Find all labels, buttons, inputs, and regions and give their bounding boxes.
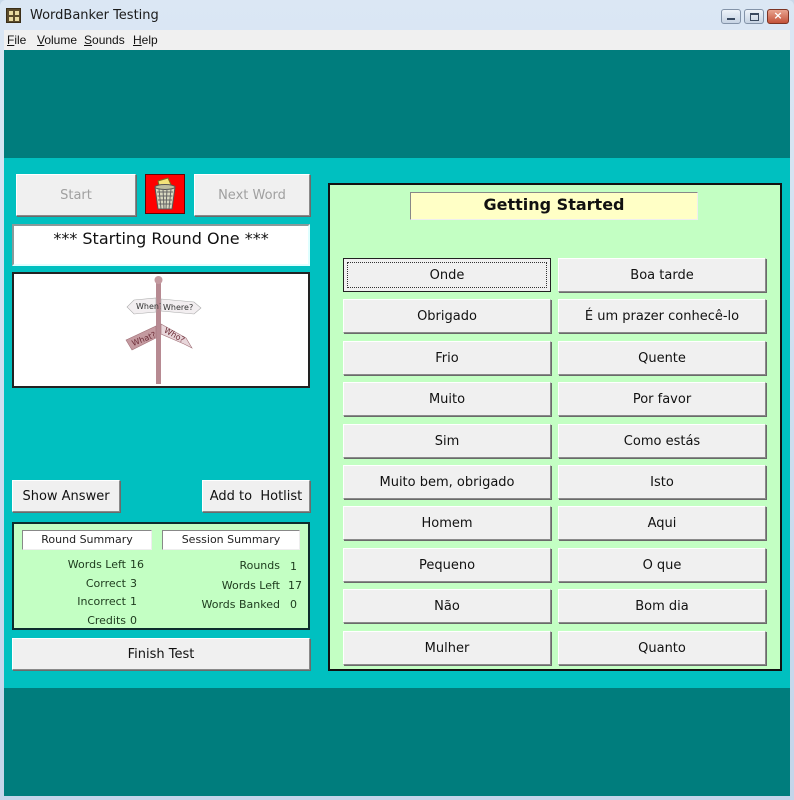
word-button[interactable]: Como estás (558, 424, 766, 458)
word-image: When? Where? What? Who? (12, 272, 310, 388)
session-words-banked-label: Words Banked (201, 598, 281, 611)
close-button[interactable]: × (767, 9, 789, 24)
title-bar[interactable]: WordBanker Testing × (0, 0, 794, 30)
show-answer-button[interactable]: Show Answer (12, 480, 120, 512)
word-button-label: Não (434, 598, 460, 614)
word-button[interactable]: Quanto (558, 631, 766, 665)
word-button-label: Muito (428, 391, 466, 407)
main-area: Start Next Word *** Starting Round One *… (4, 158, 790, 688)
round-correct-value: 3 (130, 577, 137, 590)
word-button[interactable]: Sim (343, 424, 551, 458)
minimize-button[interactable] (721, 9, 741, 24)
round-summary-title: Round Summary (22, 530, 152, 550)
finish-test-button[interactable]: Finish Test (12, 638, 310, 670)
maximize-button[interactable] (744, 9, 764, 24)
word-button-label: Por favor (632, 391, 692, 407)
session-summary-title: Session Summary (162, 530, 300, 550)
client-area: Start Next Word *** Starting Round One *… (4, 50, 790, 796)
session-rounds-value: 1 (290, 560, 297, 573)
word-button-label: Isto (650, 474, 674, 490)
summary-panel: Round Summary Session Summary Words Left… (12, 522, 310, 630)
start-button[interactable]: Start (16, 174, 136, 216)
word-button[interactable]: Pequeno (343, 548, 551, 582)
word-button[interactable]: Não (343, 589, 551, 623)
signpost-image: When? Where? What? Who? (111, 274, 211, 386)
word-button-label: Mulher (424, 640, 470, 656)
word-button-label: É um prazer conhecê-lo (584, 308, 740, 324)
word-button-label: Obrigado (417, 308, 477, 324)
word-button-label: Bom dia (635, 598, 689, 614)
word-button[interactable]: Isto (558, 465, 766, 499)
session-words-banked-value: 0 (290, 598, 297, 611)
word-button[interactable]: Boa tarde (558, 258, 766, 292)
word-button[interactable]: Muito (343, 382, 551, 416)
status-message: *** Starting Round One *** (12, 224, 310, 266)
app-icon (6, 8, 21, 23)
word-button[interactable]: Mulher (343, 631, 551, 665)
word-button[interactable]: Por favor (558, 382, 766, 416)
add-to-hotlist-button[interactable]: Add to Hotlist (202, 480, 310, 512)
round-incorrect-value: 1 (130, 595, 137, 608)
session-words-left-label: Words Left (221, 579, 280, 592)
word-button[interactable]: Bom dia (558, 589, 766, 623)
round-correct-label: Correct (85, 577, 126, 590)
menu-sounds[interactable]: Sounds (84, 33, 125, 47)
word-button[interactable]: Homem (343, 506, 551, 540)
focus-ring (347, 262, 547, 288)
panel-title: Getting Started (410, 192, 698, 220)
menu-volume[interactable]: Volume (37, 33, 77, 47)
word-button[interactable]: Muito bem, obrigado (343, 465, 551, 499)
round-words-left-value: 16 (130, 558, 144, 571)
word-button[interactable]: Onde (343, 258, 551, 292)
round-credits-value: 0 (130, 614, 137, 627)
word-button[interactable]: Frio (343, 341, 551, 375)
word-button-label: Homem (421, 515, 473, 531)
word-button-label: O que (642, 557, 682, 573)
round-incorrect-label: Incorrect (77, 595, 126, 608)
menu-help[interactable]: Help (133, 33, 158, 47)
word-button[interactable]: Obrigado (343, 299, 551, 333)
session-words-left-value: 17 (288, 579, 302, 592)
wastebasket-icon (154, 177, 176, 210)
word-button-label: Sim (434, 433, 460, 449)
word-button[interactable]: Quente (558, 341, 766, 375)
round-credits-label: Credits (87, 614, 126, 627)
session-rounds-label: Rounds (239, 559, 280, 572)
word-button-label: Boa tarde (630, 267, 694, 283)
menu-bar: File Volume Sounds Help (4, 30, 790, 50)
menu-file-rest: ile (14, 33, 27, 47)
word-button-label: Frio (435, 350, 459, 366)
close-icon: × (773, 9, 783, 22)
word-button-label: Aqui (647, 515, 677, 531)
word-button[interactable]: Aqui (558, 506, 766, 540)
word-button[interactable]: O que (558, 548, 766, 582)
word-button[interactable]: É um prazer conhecê-lo (558, 299, 766, 333)
word-panel: Getting Started Onde Boa tarde Obrigado É u… (328, 183, 782, 671)
bank-word-button[interactable] (145, 174, 185, 214)
sign-where: Where? (163, 303, 193, 312)
window-title: WordBanker Testing (30, 8, 159, 23)
next-word-button[interactable]: Next Word (194, 174, 310, 216)
app-window: WordBanker Testing × File Volume Sounds … (0, 0, 794, 800)
word-button-label: Muito bem, obrigado (379, 474, 515, 490)
round-words-left-label: Words Left (67, 558, 126, 571)
menu-file[interactable]: File (7, 33, 26, 47)
word-button-label: Como estás (623, 433, 701, 449)
sign-when: When? (136, 302, 163, 311)
word-button-label: Pequeno (418, 557, 476, 573)
word-button-label: Quanto (638, 640, 686, 656)
word-button-label: Quente (638, 350, 686, 366)
